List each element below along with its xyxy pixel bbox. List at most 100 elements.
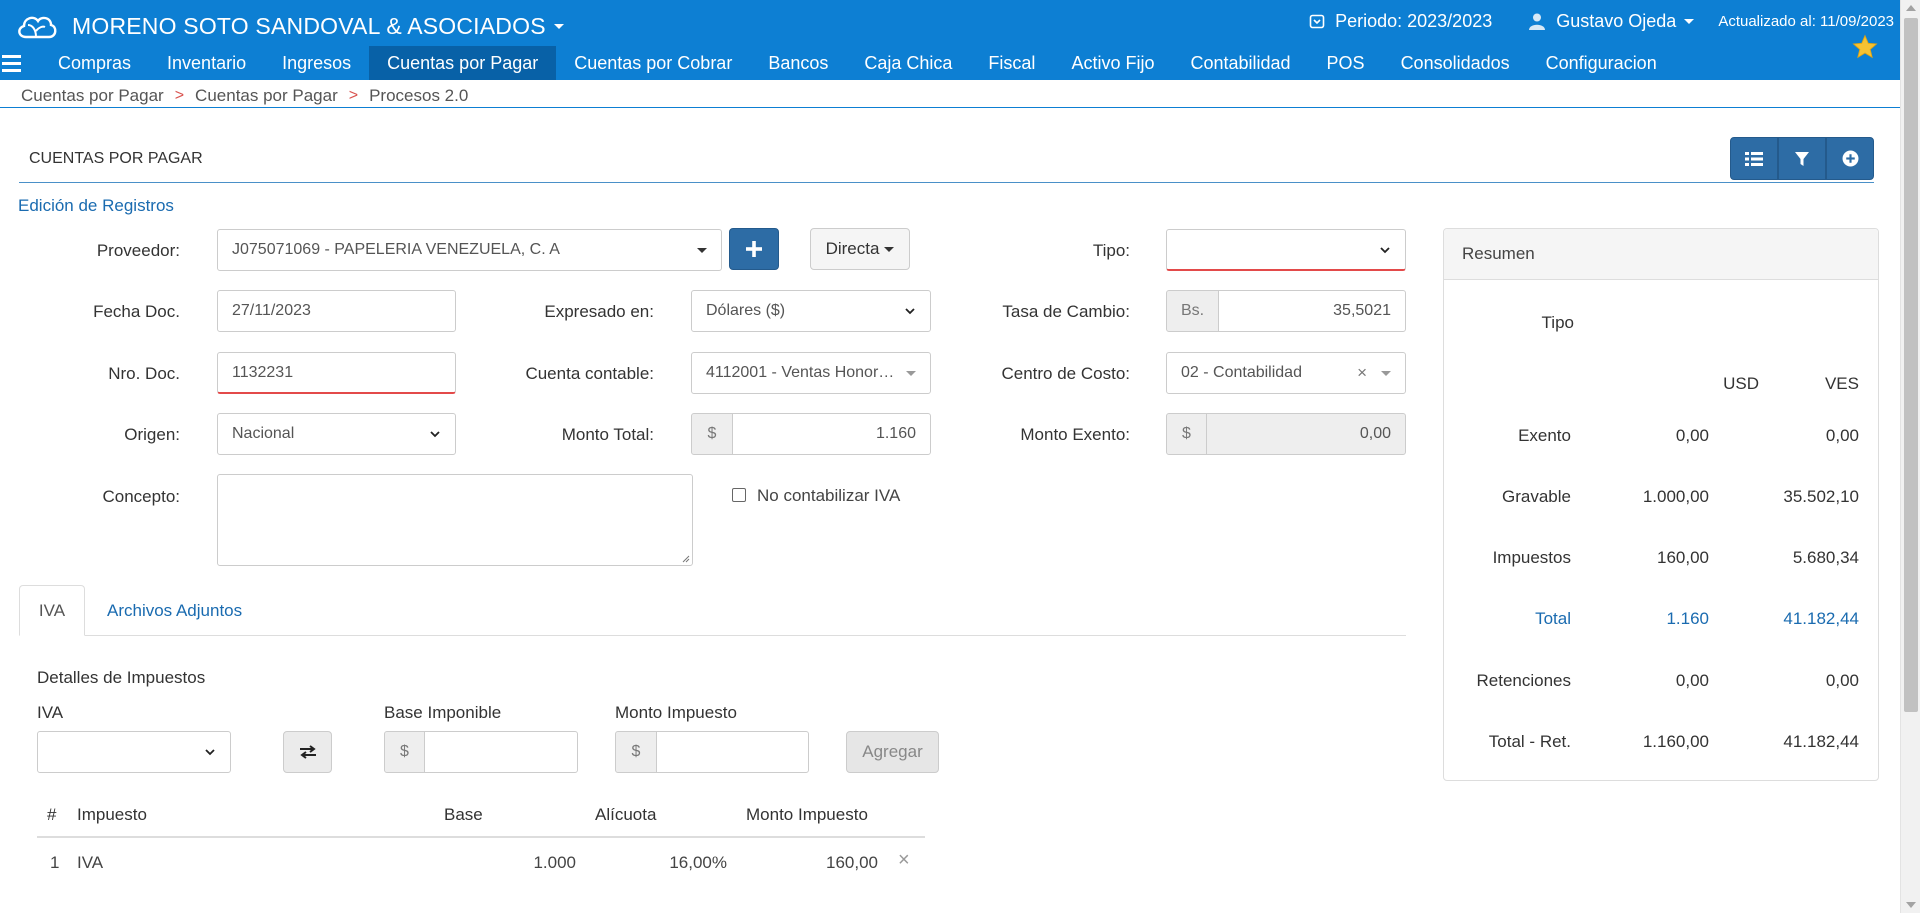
nro-doc-label: Nro. Doc.: [108, 364, 180, 383]
row-base: 1.000: [533, 853, 576, 872]
user-menu[interactable]: Gustavo Ojeda: [1528, 11, 1695, 32]
fecha-input[interactable]: 27/11/2023: [217, 290, 456, 332]
chevron-down-icon: [1380, 246, 1390, 253]
origen-select[interactable]: Nacional: [217, 413, 456, 455]
breadcrumb-separator-icon: >: [174, 87, 185, 104]
page-actions: [1730, 137, 1874, 180]
base-imponible-input[interactable]: [424, 731, 578, 773]
summary-col-usd: USD: [1723, 374, 1759, 393]
remove-row-icon[interactable]: ×: [898, 849, 910, 872]
user-name[interactable]: Gustavo Ojeda: [1556, 11, 1676, 32]
period-selector[interactable]: Periodo: 2023/2023: [1309, 11, 1492, 32]
fecha-value: 27/11/2023: [232, 302, 311, 319]
resize-handle-icon[interactable]: [680, 553, 690, 563]
summary-label-retenciones: Retenciones: [1476, 671, 1571, 690]
company-selector[interactable]: MORENO SOTO SANDOVAL & ASOCIADOS: [14, 8, 564, 44]
nro-doc-input[interactable]: 1132231: [217, 352, 456, 394]
page-title: CUENTAS POR PAGAR: [29, 150, 203, 167]
nav-cuentas-por-cobrar[interactable]: Cuentas por Cobrar: [556, 46, 750, 80]
summary-label-gravable: Gravable: [1502, 487, 1571, 506]
nav-inventario[interactable]: Inventario: [149, 46, 264, 80]
nav-compras[interactable]: Compras: [40, 46, 149, 80]
nav-caja-chica[interactable]: Caja Chica: [846, 46, 970, 80]
concepto-label: Concepto:: [102, 487, 181, 506]
summary-ves-retenciones: 0,00: [1825, 671, 1859, 690]
origen-value: Nacional: [232, 425, 295, 442]
expresado-label: Expresado en:: [544, 302, 654, 321]
chevron-down-icon: [905, 308, 915, 315]
tax-details-title: Detalles de Impuestos: [37, 668, 206, 687]
hamburger-icon[interactable]: [0, 46, 40, 80]
nav-pos[interactable]: POS: [1309, 46, 1383, 80]
tab-iva[interactable]: IVA: [19, 585, 85, 636]
nav-cuentas-por-pagar[interactable]: Cuentas por Pagar: [369, 46, 557, 80]
scroll-down-icon[interactable]: [1906, 902, 1916, 908]
base-prefix: $: [384, 731, 425, 773]
monto-total-input[interactable]: 1.160: [732, 413, 931, 455]
breadcrumb-item[interactable]: Cuentas por Pagar: [21, 86, 164, 106]
summary-label-exento: Exento: [1518, 426, 1571, 445]
expresado-select[interactable]: Dólares ($): [691, 290, 931, 332]
add-proveedor-button[interactable]: [729, 228, 779, 270]
tab-divider: [19, 635, 1406, 636]
summary-ves-total: 41.182,44: [1783, 609, 1859, 628]
filter-button[interactable]: [1778, 137, 1826, 180]
summary-usd-total-ret: 1.160,00: [1642, 732, 1709, 751]
summary-usd-total: 1.160: [1666, 609, 1709, 628]
monto-impuesto-input[interactable]: [656, 731, 809, 773]
cuenta-select[interactable]: 4112001 - Ventas Honorarios: [691, 352, 931, 394]
remove-icon[interactable]: ×: [1357, 363, 1367, 383]
no-iva-checkbox[interactable]: [732, 488, 746, 502]
summary-usd-impuestos: 160,00: [1657, 548, 1709, 567]
proveedor-value: J075071069 - PAPELERIA VENEZUELA, C. A: [232, 241, 560, 258]
proveedor-select[interactable]: J075071069 - PAPELERIA VENEZUELA, C. A: [217, 229, 722, 271]
list-button[interactable]: [1730, 137, 1778, 180]
tipo-label: Tipo:: [1092, 241, 1130, 260]
exchange-button[interactable]: [283, 731, 332, 773]
nav-activo-fijo[interactable]: Activo Fijo: [1053, 46, 1172, 80]
summary-title: Resumen: [1444, 229, 1878, 280]
concepto-textarea[interactable]: [217, 474, 693, 566]
nav-configuracion[interactable]: Configuracion: [1528, 46, 1675, 80]
chevron-down-icon: [906, 370, 916, 376]
scrollbar-thumb[interactable]: [1904, 18, 1918, 712]
directa-dropdown[interactable]: Directa: [810, 228, 910, 270]
cuenta-value: 4112001 - Ventas Honorarios: [706, 364, 898, 381]
tasa-input[interactable]: 35,5021: [1218, 290, 1406, 332]
nav-bancos[interactable]: Bancos: [750, 46, 846, 80]
nav-ingresos[interactable]: Ingresos: [264, 46, 369, 80]
row-impuesto: IVA: [77, 853, 104, 872]
expresado-value: Dólares ($): [706, 302, 786, 319]
tasa-prefix: Bs.: [1166, 290, 1219, 332]
breadcrumb-divider: [0, 107, 1900, 108]
centro-select[interactable]: 02 - Contabilidad ×: [1166, 352, 1406, 394]
fecha-label: Fecha Doc.: [93, 302, 180, 321]
top-bar: MORENO SOTO SANDOVAL & ASOCIADOS Periodo…: [0, 0, 1900, 80]
cloud-logo-icon: [18, 16, 57, 39]
summary-ves-gravable: 35.502,10: [1783, 487, 1859, 506]
nav-fiscal[interactable]: Fiscal: [970, 46, 1053, 80]
iva-select[interactable]: [37, 731, 231, 773]
no-iva-label[interactable]: No contabilizar IVA: [757, 486, 900, 506]
monto-exento-input[interactable]: 0,00: [1206, 413, 1406, 455]
company-name[interactable]: MORENO SOTO SANDOVAL & ASOCIADOS: [72, 13, 546, 40]
nav-consolidados[interactable]: Consolidados: [1383, 46, 1528, 80]
row-number: 1: [50, 853, 60, 872]
add-record-button[interactable]: [1826, 137, 1874, 180]
breadcrumb-item[interactable]: Cuentas por Pagar: [195, 86, 338, 106]
agregar-button[interactable]: Agregar: [846, 731, 939, 773]
period-text[interactable]: Periodo: 2023/2023: [1335, 11, 1492, 32]
nav-contabilidad[interactable]: Contabilidad: [1172, 46, 1308, 80]
page-scrollbar[interactable]: [1900, 0, 1920, 913]
scroll-up-icon[interactable]: [1906, 5, 1916, 11]
tipo-select[interactable]: [1166, 229, 1406, 271]
star-icon[interactable]: [1852, 34, 1878, 60]
filter-icon: [1795, 151, 1809, 166]
summary-usd-retenciones: 0,00: [1675, 671, 1709, 690]
chevron-down-icon: [697, 247, 707, 253]
summary-ves-exento: 0,00: [1825, 426, 1859, 445]
tab-archivos-adjuntos[interactable]: Archivos Adjuntos: [107, 601, 242, 621]
summary-label-total-ret: Total - Ret.: [1488, 732, 1571, 751]
section-title: Edición de Registros: [18, 196, 174, 215]
plus-icon: [746, 241, 762, 257]
